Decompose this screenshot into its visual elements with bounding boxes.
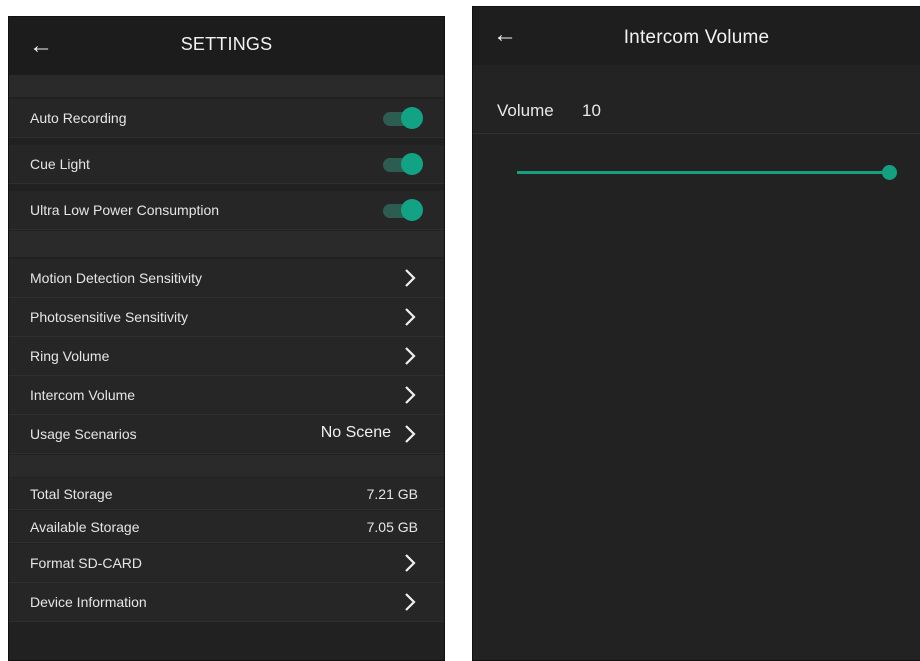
toggle-row-ultra-low-power[interactable]: Ultra Low Power Consumption [9, 191, 444, 230]
action-label: Device Information [30, 594, 147, 610]
chevron-right-icon [403, 424, 417, 444]
toggle-label: Auto Recording [30, 110, 127, 126]
menu-item-ring-volume[interactable]: Ring Volume [9, 337, 444, 376]
section-divider [9, 231, 444, 257]
usage-scenario-value: No Scene [320, 424, 391, 441]
settings-screen: ← SETTINGS Auto Recording Cue Light Ultr… [8, 16, 445, 661]
action-label: Format SD-CARD [30, 555, 143, 571]
menu-item-label: Ring Volume [30, 348, 110, 364]
menu-item-label: Photosensitive Sensitivity [30, 309, 188, 325]
chevron-right-icon [403, 553, 417, 573]
volume-label: Volume [497, 101, 554, 120]
page-title: Intercom Volume [623, 27, 770, 48]
chevron-right-icon [403, 307, 417, 327]
toggle-row-auto-recording[interactable]: Auto Recording [9, 99, 444, 138]
volume-slider[interactable] [517, 164, 897, 182]
storage-label: Available Storage [30, 519, 140, 535]
menu-item-label: Intercom Volume [30, 387, 136, 403]
menu-item-intercom-volume[interactable]: Intercom Volume [9, 376, 444, 415]
ultra-low-power-toggle[interactable] [383, 199, 423, 221]
volume-value: 10 [582, 101, 601, 120]
intercom-header: ← Intercom Volume [473, 7, 920, 65]
section-divider [9, 75, 444, 97]
storage-value: 7.21 GB [366, 486, 418, 502]
menu-item-label: Usage Scenarios [30, 426, 137, 442]
slider-thumb[interactable] [882, 165, 897, 180]
chevron-right-icon [403, 385, 417, 405]
cue-light-toggle[interactable] [383, 153, 423, 175]
storage-row-total: Total Storage 7.21 GB [9, 478, 444, 510]
chevron-right-icon [403, 268, 417, 288]
menu-item-label: Motion Detection Sensitivity [30, 270, 202, 286]
storage-label: Total Storage [30, 486, 113, 502]
volume-row [473, 65, 920, 134]
menu-item-photosensitive[interactable]: Photosensitive Sensitivity [9, 298, 444, 337]
menu-item-motion-detection[interactable]: Motion Detection Sensitivity [9, 259, 444, 298]
action-format-sd-card[interactable]: Format SD-CARD [9, 544, 444, 583]
toggle-row-cue-light[interactable]: Cue Light [9, 145, 444, 184]
chevron-right-icon [403, 346, 417, 366]
toggle-label: Ultra Low Power Consumption [30, 202, 220, 218]
slider-fill [517, 171, 889, 174]
toggle-label: Cue Light [30, 156, 90, 172]
page-title: SETTINGS [180, 34, 273, 54]
menu-item-usage-scenarios[interactable]: Usage Scenarios No Scene [9, 415, 444, 454]
chevron-right-icon [403, 592, 417, 612]
settings-header: ← SETTINGS [9, 17, 444, 75]
intercom-volume-screen: ← Intercom Volume Volume 10 [472, 6, 920, 661]
action-device-information[interactable]: Device Information [9, 583, 444, 622]
storage-value: 7.05 GB [366, 519, 418, 535]
auto-recording-toggle[interactable] [383, 107, 423, 129]
section-divider [9, 455, 444, 477]
storage-row-available: Available Storage 7.05 GB [9, 511, 444, 543]
